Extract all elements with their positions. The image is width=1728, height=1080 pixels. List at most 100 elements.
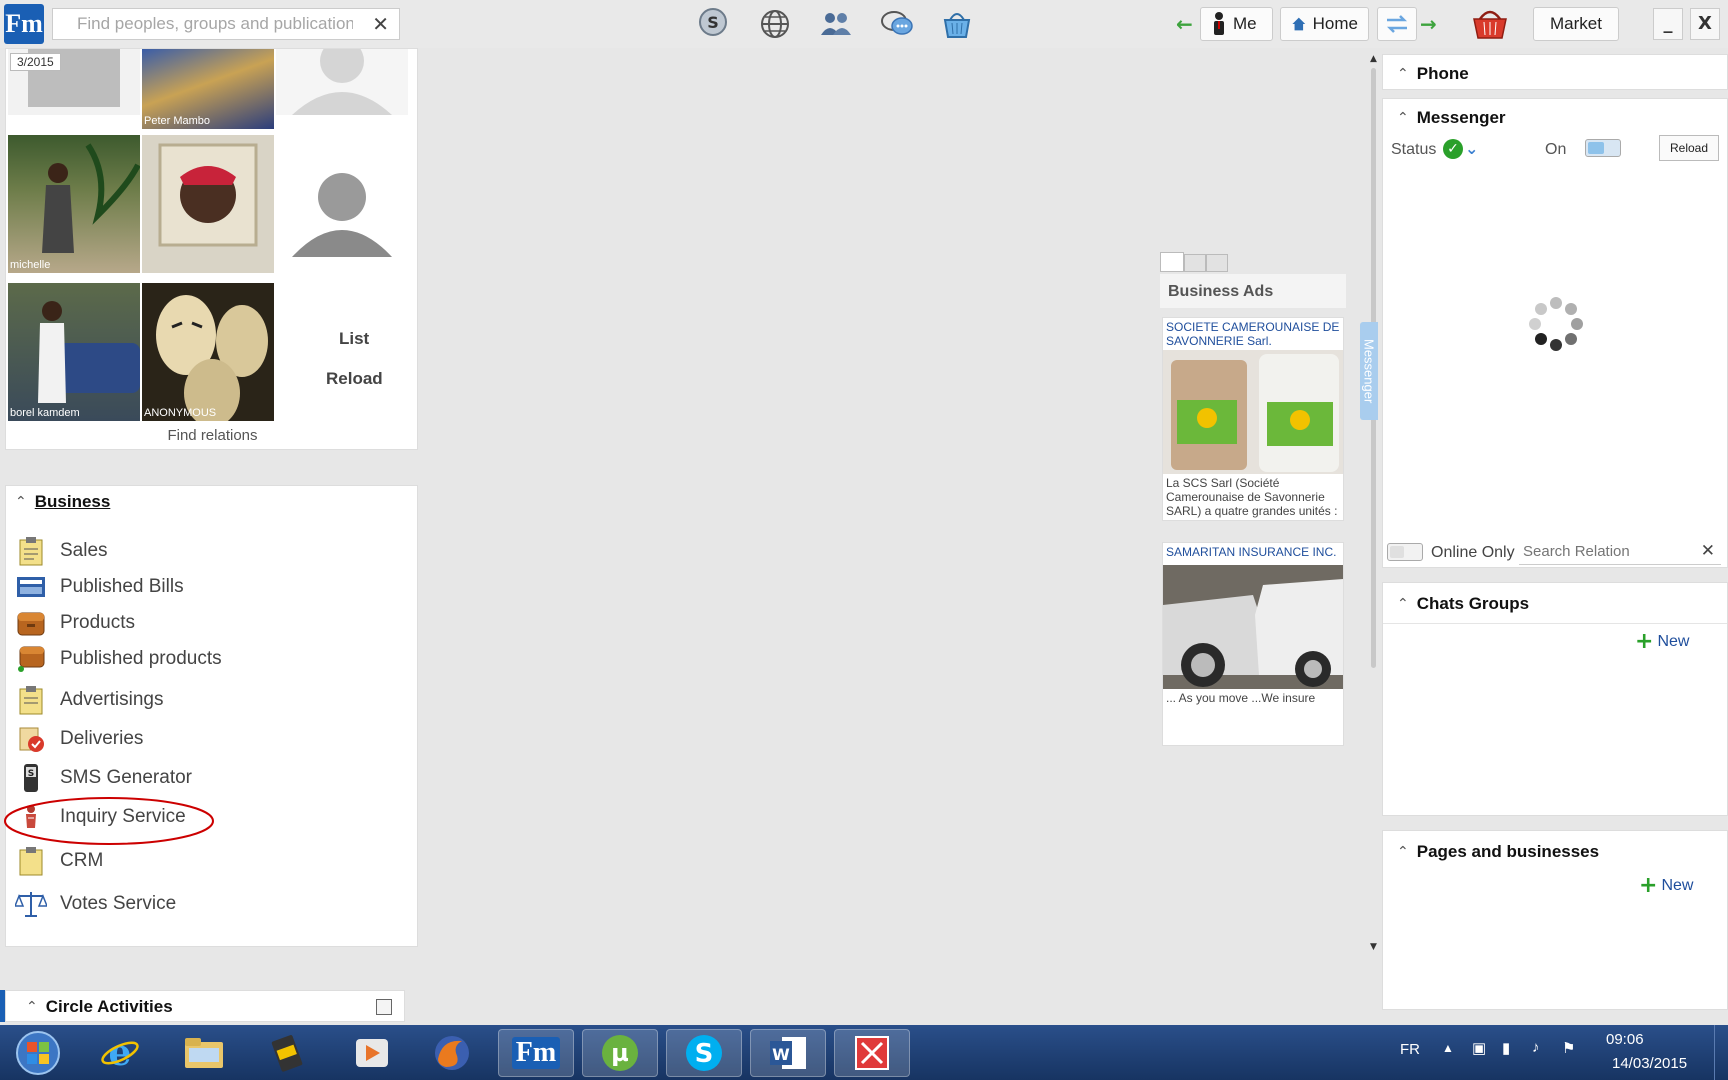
chats-groups-header: ⌃ Chats Groups [1383,583,1727,625]
volume-icon[interactable]: ♪ [1532,1039,1540,1056]
collapse-icon[interactable]: ⌃ [15,494,27,510]
chat-icon[interactable] [877,4,917,44]
relation-photo[interactable] [276,135,408,273]
taskbar-snipping[interactable] [834,1029,910,1077]
app-logo[interactable]: Fm [4,4,44,44]
plus-icon: + [1639,873,1658,898]
relation-photo[interactable]: borel kamdem [8,283,140,421]
business-ads-title: Business Ads [1160,274,1346,308]
skype-icon: S [686,1035,722,1071]
circle-activities-panel: ⌃ Circle Activities [5,990,405,1022]
collapse-icon[interactable]: ⌃ [1397,844,1409,860]
globe-icon[interactable] [755,4,795,44]
internet-explorer-icon: e [101,1033,139,1073]
taskbar-skype[interactable]: S [666,1029,742,1077]
pages-businesses-section: ⌃ Pages and businesses + New [1382,830,1728,1010]
clipboard-icon [14,536,48,566]
business-item-published-bills[interactable]: Published Bills [14,572,184,602]
sms-icon[interactable]: S [693,4,733,44]
global-search-input[interactable] [53,9,353,39]
business-item-label: Products [60,612,135,633]
loading-spinner-icon [1529,297,1583,351]
back-arrow-icon[interactable]: ← [1176,12,1193,36]
messenger-tab[interactable]: Messenger [1360,322,1378,420]
ads-page-button[interactable] [1206,254,1228,272]
market-button[interactable]: Market [1533,7,1619,41]
action-center-icon[interactable]: ▣ [1472,1039,1486,1057]
switch-button[interactable] [1377,7,1417,41]
relation-photo[interactable] [142,135,274,273]
list-link[interactable]: List [339,329,369,349]
relation-photo[interactable]: Peter Mambo [142,49,274,129]
messenger-tab-label: Messenger [1361,338,1377,404]
new-chat-group-button[interactable]: + New [1635,629,1689,654]
cart-icon[interactable] [1468,4,1512,44]
taskbar-media-player[interactable] [334,1029,410,1077]
svg-text:W: W [772,1045,790,1064]
business-title[interactable]: Business [35,492,111,512]
online-only-toggle[interactable] [1387,543,1423,561]
basket-icon[interactable] [937,4,977,44]
start-button[interactable] [4,1029,72,1077]
business-item-sales[interactable]: Sales [14,536,108,566]
taskbar-explorer[interactable] [166,1029,242,1077]
collapse-icon[interactable]: ⌃ [26,999,38,1015]
clock-time[interactable]: 09:06 [1606,1031,1644,1048]
me-button[interactable]: Me [1200,7,1273,41]
close-button[interactable]: X [1690,8,1720,40]
ad-image [1163,565,1343,689]
svg-text:S: S [707,13,719,32]
word-icon: W [770,1037,806,1069]
collapse-icon[interactable]: ⌃ [1397,110,1409,126]
taskbar-app-tool[interactable] [250,1029,326,1077]
new-page-button[interactable]: + New [1639,873,1693,898]
circle-activities-checkbox[interactable] [376,999,392,1015]
taskbar-utorrent[interactable]: µ [582,1029,658,1077]
collapse-icon[interactable]: ⌃ [1397,66,1409,82]
relation-name: borel kamdem [10,407,80,419]
relation-photo[interactable]: michelle [8,135,140,273]
messenger-reload-button[interactable]: Reload [1659,135,1719,161]
business-item-label: Votes Service [60,893,177,914]
relation-photo[interactable]: ANONYMOUS [142,283,274,421]
forward-arrow-icon[interactable]: → [1420,12,1437,36]
taskbar-word[interactable]: W [750,1029,826,1077]
find-relations-link[interactable]: Find relations [6,427,419,444]
business-item-sms-generator[interactable]: S SMS Generator [14,763,192,793]
fm-app-icon: Fm [511,1037,561,1069]
ads-page-button[interactable] [1160,252,1184,272]
clear-search-icon[interactable]: ✕ [372,12,389,36]
clock-date[interactable]: 14/03/2015 [1612,1055,1687,1072]
status-dropdown-icon[interactable]: ⌄ [1465,139,1478,158]
taskbar-firefox[interactable] [414,1029,490,1077]
business-item-crm[interactable]: CRM [14,846,103,876]
business-item-advertisings[interactable]: Advertisings [14,685,164,715]
show-desktop-button[interactable] [1714,1025,1728,1080]
flag-icon[interactable]: ⚑ [1562,1039,1575,1057]
minimize-button[interactable]: _ [1653,8,1683,40]
business-item-published-products[interactable]: Published products [14,644,222,674]
taskbar-fm[interactable]: Fm [498,1029,574,1077]
people-icon[interactable] [816,4,856,44]
circle-activities-title: Circle Activities [45,997,173,1016]
taskbar-ie[interactable]: e [82,1029,158,1077]
business-item-deliveries[interactable]: Deliveries [14,724,143,754]
show-hidden-icons-icon[interactable]: ▲ [1442,1041,1454,1055]
main-scrollbar[interactable]: ▲ ▼ [1370,54,1378,954]
business-item-label: SMS Generator [60,767,192,788]
clear-relation-search-icon[interactable]: ✕ [1701,541,1715,561]
network-icon[interactable]: ▮ [1502,1039,1510,1057]
collapse-icon[interactable]: ⌃ [1397,596,1409,612]
business-item-votes-service[interactable]: Votes Service [14,889,176,919]
online-toggle[interactable] [1585,139,1621,157]
ads-page-button[interactable] [1184,254,1206,272]
status-online-icon[interactable]: ✓ [1443,139,1463,159]
home-button[interactable]: Home [1280,7,1369,41]
language-indicator[interactable]: FR [1400,1041,1420,1058]
ad-card[interactable]: SAMARITAN INSURANCE INC. ... As you move… [1162,542,1344,746]
relation-search-input[interactable] [1519,539,1689,563]
reload-relations-link[interactable]: Reload [326,369,383,389]
ad-card[interactable]: SOCIETE CAMEROUNAISE DE SAVONNERIE Sarl.… [1162,317,1344,521]
relation-photo[interactable] [276,49,408,115]
business-item-products[interactable]: Products [14,608,135,638]
